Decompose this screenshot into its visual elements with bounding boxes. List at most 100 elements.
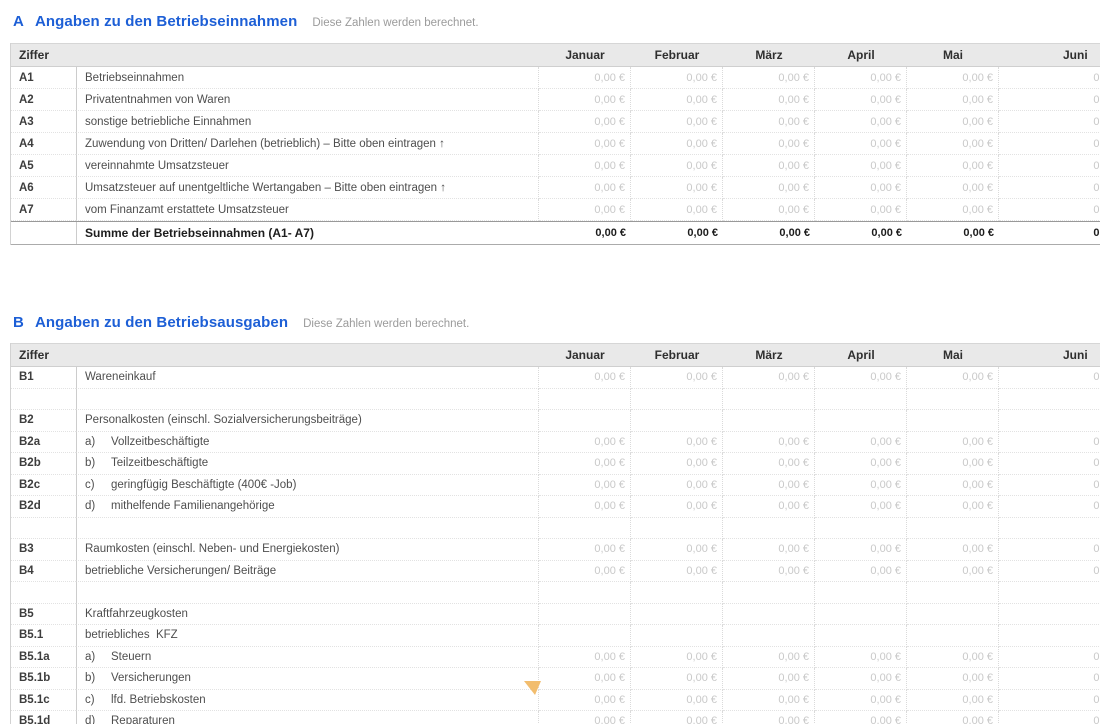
value-cell[interactable]: 0,00 € [539, 67, 631, 89]
ziffer-cell[interactable]: B2c [11, 475, 76, 497]
value-cell[interactable]: 0,00 € [631, 89, 723, 111]
description-cell[interactable]: Raumkosten (einschl. Neben- und Energiek… [76, 539, 539, 561]
value-cell[interactable]: 0,00 € [723, 367, 815, 389]
value-cell[interactable] [907, 625, 999, 647]
value-cell[interactable]: 0,00 € [907, 367, 999, 389]
description-cell[interactable]: c)geringfügig Beschäftigte (400€ -Job) [76, 475, 539, 497]
ziffer-cell[interactable]: B5 [11, 604, 76, 626]
value-cell[interactable]: 0,00 € [539, 155, 631, 177]
value-cell[interactable]: 0,00 € [539, 133, 631, 155]
ziffer-cell[interactable]: B1 [11, 367, 76, 389]
column-header-februar[interactable]: Februar [631, 44, 723, 66]
value-cell[interactable]: 0,00 € [815, 453, 907, 475]
value-cell[interactable] [999, 410, 1100, 432]
sum-value-cell[interactable]: 0,00 € [999, 222, 1100, 244]
value-cell[interactable] [723, 582, 815, 604]
value-cell[interactable]: 0,00 € [539, 690, 631, 712]
ziffer-cell[interactable]: B2b [11, 453, 76, 475]
value-cell[interactable] [815, 604, 907, 626]
value-cell[interactable]: 0,00 € [999, 111, 1100, 133]
ziffer-cell[interactable]: A7 [11, 199, 76, 221]
value-cell[interactable]: 0,00 € [723, 711, 815, 724]
value-cell[interactable] [907, 389, 999, 411]
ziffer-cell[interactable] [11, 389, 76, 411]
value-cell[interactable]: 0,00 € [539, 432, 631, 454]
value-cell[interactable]: 0,00 € [723, 690, 815, 712]
value-cell[interactable]: 0,00 € [723, 177, 815, 199]
value-cell[interactable]: 0,00 € [815, 155, 907, 177]
value-cell[interactable]: 0,00 € [631, 668, 723, 690]
value-cell[interactable]: 0,00 € [999, 432, 1100, 454]
value-cell[interactable] [999, 518, 1100, 540]
value-cell[interactable]: 0,00 € [815, 133, 907, 155]
value-cell[interactable]: 0,00 € [815, 177, 907, 199]
value-cell[interactable]: 0,00 € [723, 67, 815, 89]
value-cell[interactable]: 0,00 € [631, 647, 723, 669]
value-cell[interactable]: 0,00 € [815, 367, 907, 389]
value-cell[interactable]: 0,00 € [539, 475, 631, 497]
value-cell[interactable]: 0,00 € [539, 647, 631, 669]
value-cell[interactable] [631, 625, 723, 647]
comment-indicator-icon[interactable] [524, 681, 541, 695]
column-header-ziffer[interactable]: Ziffer [11, 44, 76, 66]
ziffer-cell[interactable]: A5 [11, 155, 76, 177]
description-cell[interactable]: Betriebseinnahmen [76, 67, 539, 89]
value-cell[interactable]: 0,00 € [907, 89, 999, 111]
value-cell[interactable] [999, 604, 1100, 626]
value-cell[interactable]: 0,00 € [723, 453, 815, 475]
ziffer-cell[interactable]: A2 [11, 89, 76, 111]
description-cell[interactable] [76, 518, 539, 540]
value-cell[interactable]: 0,00 € [999, 67, 1100, 89]
value-cell[interactable]: 0,00 € [999, 475, 1100, 497]
value-cell[interactable]: 0,00 € [539, 177, 631, 199]
value-cell[interactable] [723, 604, 815, 626]
ziffer-cell[interactable]: A6 [11, 177, 76, 199]
value-cell[interactable]: 0,00 € [815, 711, 907, 724]
description-cell[interactable]: d)mithelfende Familienangehörige [76, 496, 539, 518]
ziffer-cell[interactable]: B3 [11, 539, 76, 561]
value-cell[interactable]: 0,00 € [999, 668, 1100, 690]
value-cell[interactable]: 0,00 € [631, 496, 723, 518]
ziffer-cell[interactable]: A3 [11, 111, 76, 133]
value-cell[interactable]: 0,00 € [999, 199, 1100, 221]
value-cell[interactable]: 0,00 € [907, 539, 999, 561]
column-header-mai[interactable]: Mai [907, 44, 999, 66]
description-cell[interactable]: sonstige betriebliche Einnahmen [76, 111, 539, 133]
value-cell[interactable] [723, 518, 815, 540]
value-cell[interactable]: 0,00 € [999, 647, 1100, 669]
description-cell[interactable]: Umsatzsteuer auf unentgeltliche Wertanga… [76, 177, 539, 199]
value-cell[interactable]: 0,00 € [723, 668, 815, 690]
column-header-juni[interactable]: Juni [999, 344, 1100, 366]
value-cell[interactable]: 0,00 € [815, 668, 907, 690]
value-cell[interactable]: 0,00 € [539, 111, 631, 133]
value-cell[interactable] [539, 410, 631, 432]
value-cell[interactable]: 0,00 € [539, 561, 631, 583]
ziffer-cell[interactable]: B5.1c [11, 690, 76, 712]
value-cell[interactable]: 0,00 € [999, 453, 1100, 475]
value-cell[interactable]: 0,00 € [907, 475, 999, 497]
value-cell[interactable]: 0,00 € [723, 89, 815, 111]
value-cell[interactable] [999, 582, 1100, 604]
ziffer-cell[interactable]: A4 [11, 133, 76, 155]
value-cell[interactable]: 0,00 € [907, 453, 999, 475]
value-cell[interactable]: 0,00 € [815, 496, 907, 518]
description-cell[interactable]: c)lfd. Betriebskosten [76, 690, 539, 712]
value-cell[interactable] [815, 389, 907, 411]
value-cell[interactable]: 0,00 € [999, 89, 1100, 111]
sum-value-cell[interactable]: 0,00 € [723, 222, 815, 244]
ziffer-cell[interactable]: B2a [11, 432, 76, 454]
value-cell[interactable]: 0,00 € [815, 67, 907, 89]
value-cell[interactable]: 0,00 € [631, 711, 723, 724]
column-header-april[interactable]: April [815, 44, 907, 66]
value-cell[interactable]: 0,00 € [907, 199, 999, 221]
value-cell[interactable]: 0,00 € [815, 690, 907, 712]
description-cell[interactable] [76, 582, 539, 604]
description-cell[interactable]: b)Versicherungen [76, 668, 539, 690]
value-cell[interactable]: 0,00 € [539, 453, 631, 475]
column-header-ziffer[interactable]: Ziffer [11, 344, 76, 366]
column-header-description[interactable] [76, 344, 539, 366]
value-cell[interactable]: 0,00 € [631, 155, 723, 177]
description-cell[interactable] [76, 389, 539, 411]
value-cell[interactable] [723, 389, 815, 411]
value-cell[interactable]: 0,00 € [999, 496, 1100, 518]
